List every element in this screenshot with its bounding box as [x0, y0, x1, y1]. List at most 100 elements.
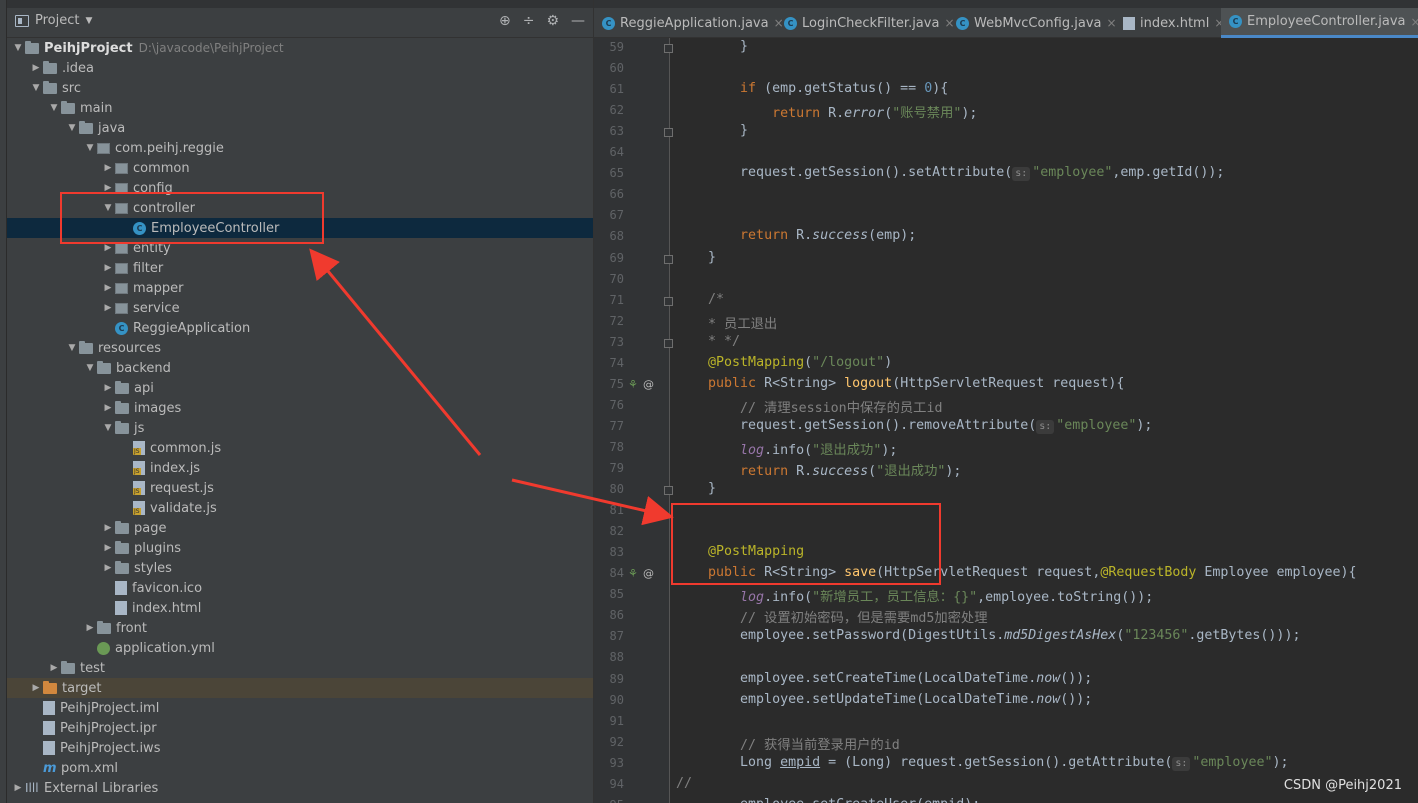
close-icon[interactable]: ×	[1411, 15, 1418, 29]
tree-item[interactable]: ▶ service	[7, 298, 593, 318]
tree-item[interactable]: validate.js	[7, 498, 593, 518]
expand-down-icon[interactable]: ▼	[11, 43, 25, 53]
tree-item[interactable]: index.js	[7, 458, 593, 478]
expand-right-icon[interactable]: ▶	[101, 563, 115, 573]
project-icon	[15, 14, 29, 27]
expand-down-icon[interactable]: ▼	[65, 123, 79, 133]
fold-marker-icon[interactable]	[664, 338, 673, 348]
tree-item[interactable]: ▶ target	[7, 678, 593, 698]
gear-icon[interactable]: ⚙	[546, 13, 559, 29]
tree-item[interactable]: ▼ controller	[7, 198, 593, 218]
editor-area: C ReggieApplication.java × C LoginCheckFilte…	[593, 0, 1418, 803]
tree-item[interactable]: common.js	[7, 438, 593, 458]
tree-item[interactable]: index.html	[7, 598, 593, 618]
tree-item[interactable]: ▶ mapper	[7, 278, 593, 298]
tree-item[interactable]: ▼ main	[7, 98, 593, 118]
tree-item[interactable]: ▼ src	[7, 78, 593, 98]
tree-item[interactable]: ▼ resources	[7, 338, 593, 358]
tree-item[interactable]: ▼ PeihjProject D:\javacode\PeihjProject	[7, 38, 593, 58]
expand-right-icon[interactable]: ▶	[11, 783, 25, 793]
tree-item[interactable]: m pom.xml	[7, 758, 593, 778]
tree-item[interactable]: ▶ config	[7, 178, 593, 198]
mapping-icon[interactable]: @	[643, 378, 654, 391]
editor-tab[interactable]: C WebMvcConfig.java ×	[948, 8, 1125, 38]
js-file-icon	[133, 481, 145, 495]
code-editor[interactable]: } if (emp.getStatus() == 0){ return R.er…	[676, 38, 1418, 803]
tree-item[interactable]: ▶ page	[7, 518, 593, 538]
tree-item[interactable]: C ReggieApplication	[7, 318, 593, 338]
fold-marker-icon[interactable]	[664, 44, 673, 53]
expand-right-icon[interactable]: ▶	[29, 63, 43, 73]
tree-item[interactable]: ▶ .idea	[7, 58, 593, 78]
editor-tab[interactable]: C EmployeeController.java ×	[1221, 8, 1418, 38]
code-line: return R.error("账号禁用");	[676, 102, 977, 121]
expand-down-icon[interactable]: ▼	[101, 423, 115, 433]
editor-tab[interactable]: C ReggieApplication.java ×	[594, 8, 792, 38]
expand-right-icon[interactable]: ▶	[101, 263, 115, 273]
tree-item[interactable]: ▶ Illl External Libraries	[7, 778, 593, 798]
tree-item[interactable]: ▶ images	[7, 398, 593, 418]
tree-item[interactable]: C EmployeeController	[7, 218, 593, 238]
folder-icon	[115, 560, 129, 574]
fold-marker-icon[interactable]	[664, 254, 673, 264]
editor-tab[interactable]: C LoginCheckFilter.java ×	[776, 8, 963, 38]
tree-item[interactable]: PeihjProject.ipr	[7, 718, 593, 738]
fold-marker-icon[interactable]	[664, 486, 673, 496]
expand-right-icon[interactable]: ▶	[101, 183, 115, 193]
expand-right-icon[interactable]: ▶	[101, 543, 115, 553]
minimize-icon[interactable]: —	[571, 13, 585, 29]
tree-item[interactable]: application.yml	[7, 638, 593, 658]
tree-item[interactable]: ▶ common	[7, 158, 593, 178]
expand-right-icon[interactable]: ▶	[83, 623, 97, 633]
expand-down-icon[interactable]: ▼	[47, 103, 61, 113]
expand-right-icon[interactable]: ▶	[101, 303, 115, 313]
code-token: * */	[676, 333, 741, 349]
tree-item[interactable]: ▶ plugins	[7, 538, 593, 558]
tree-item[interactable]: PeihjProject.iws	[7, 738, 593, 758]
expand-right-icon[interactable]: ▶	[47, 663, 61, 673]
fold-marker-icon[interactable]	[664, 128, 673, 138]
code-token: "账号禁用"	[892, 106, 962, 122]
mapping-icon[interactable]: @	[643, 567, 654, 580]
tree-item[interactable]: ▶ styles	[7, 558, 593, 578]
tree-item[interactable]: ▼ backend	[7, 358, 593, 378]
locate-icon[interactable]: ⊕	[499, 13, 511, 29]
expand-right-icon[interactable]: ▶	[101, 403, 115, 413]
spring-bean-icon[interactable]: ⚘	[628, 378, 638, 391]
code-line: return R.success(emp);	[676, 228, 916, 243]
expand-right-icon[interactable]: ▶	[101, 283, 115, 293]
tree-item[interactable]: ▼ com.peihj.reggie	[7, 138, 593, 158]
tree-item[interactable]: ▶ front	[7, 618, 593, 638]
line-number: 91	[609, 713, 624, 728]
tree-item[interactable]: ▶ test	[7, 658, 593, 678]
fold-marker-icon[interactable]	[664, 296, 673, 306]
expand-down-icon[interactable]: ▼	[65, 343, 79, 353]
expand-right-icon[interactable]: ▶	[29, 683, 43, 693]
editor-tab[interactable]: index.html ×	[1115, 8, 1232, 38]
package-icon	[115, 282, 128, 294]
line-number: 80	[609, 482, 624, 497]
expand-down-icon[interactable]: ▼	[101, 203, 115, 213]
expand-down-icon[interactable]: ▼	[83, 363, 97, 373]
tree-item[interactable]: ▶ filter	[7, 258, 593, 278]
expand-down-icon[interactable]: ▼	[83, 143, 97, 153]
tree-item[interactable]: ▼ js	[7, 418, 593, 438]
project-view-selector[interactable]: Project ▼	[15, 13, 92, 28]
tree-item[interactable]: ▼ java	[7, 118, 593, 138]
collapse-icon[interactable]: ÷	[523, 13, 535, 29]
expand-right-icon[interactable]: ▶	[101, 243, 115, 253]
code-token: );	[961, 106, 978, 122]
tree-item[interactable]: ▶ entity	[7, 238, 593, 258]
expand-down-icon[interactable]: ▼	[29, 83, 43, 93]
code-token: * 员工退出	[676, 316, 778, 332]
expand-right-icon[interactable]: ▶	[101, 383, 115, 393]
expand-right-icon[interactable]: ▶	[101, 163, 115, 173]
code-token: (	[884, 106, 893, 122]
tree-item[interactable]: favicon.ico	[7, 578, 593, 598]
tree-item[interactable]: ▶ api	[7, 378, 593, 398]
tree-item-label: favicon.ico	[132, 580, 203, 596]
tree-item[interactable]: PeihjProject.iml	[7, 698, 593, 718]
spring-bean-icon[interactable]: ⚘	[628, 567, 638, 580]
expand-right-icon[interactable]: ▶	[101, 523, 115, 533]
tree-item[interactable]: request.js	[7, 478, 593, 498]
